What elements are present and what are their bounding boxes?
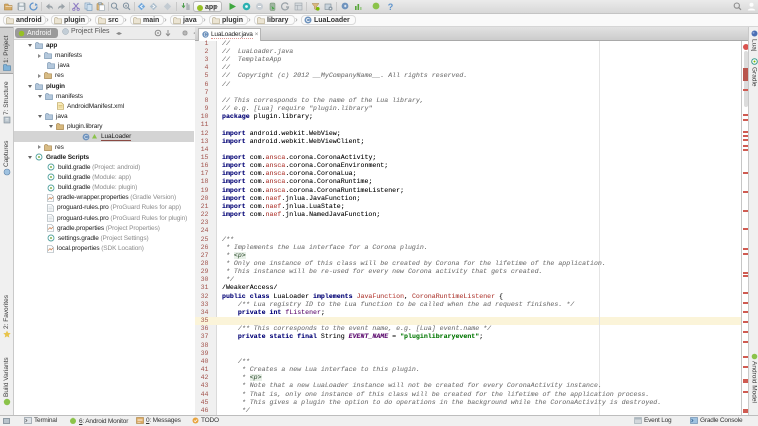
svg-text:?: ? [388, 2, 394, 11]
svg-text:C: C [306, 18, 310, 24]
svg-text:C: C [204, 33, 208, 39]
svg-text:C: C [84, 135, 88, 141]
